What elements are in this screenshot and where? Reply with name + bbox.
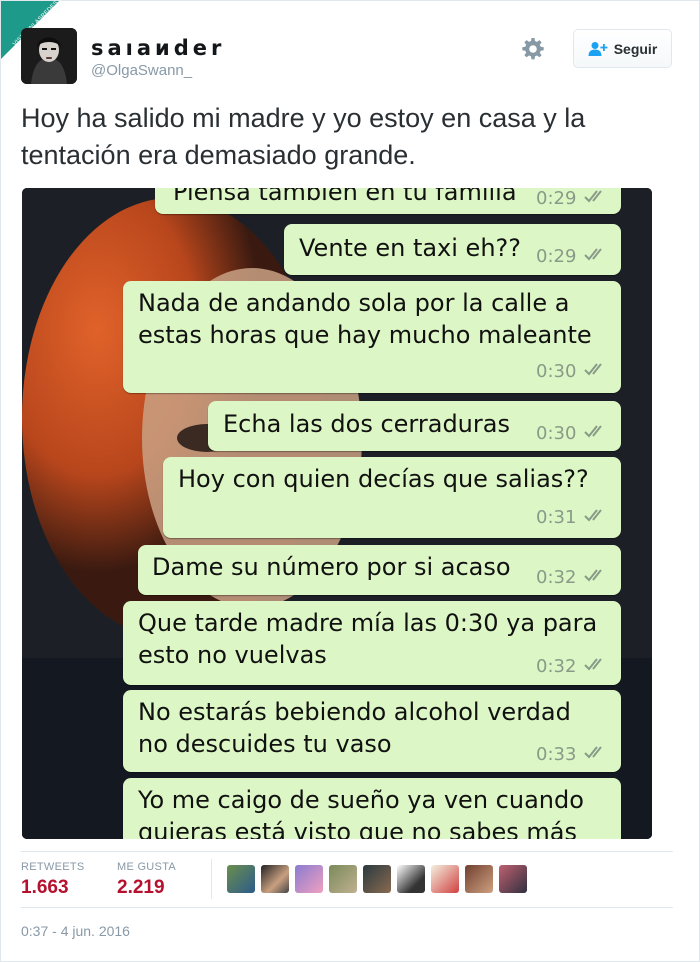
chat-message-time: 0:30 [536,423,577,444]
chat-message-text: Que tarde madre mía las 0:30 ya para est… [138,609,598,669]
liker-avatar[interactable] [499,865,527,893]
retweets-label[interactable]: RETWEETS [21,861,85,873]
tweet-card: VISTOENLASREDES.COM saıaиder @OlgaSwann_… [0,0,700,962]
chat-message-text: No estarás bebiendo alcohol verdad no de… [138,698,571,758]
chat-message-text: Nada de andando sola por la calle a esta… [138,289,592,349]
likes-count[interactable]: 2.219 [117,877,165,899]
chat-bubble: Yo me caigo de sueño ya ven cuando quier… [123,778,621,839]
chat-message-time: 0:31 [536,507,577,528]
tweet-timestamp[interactable]: 0:37 - 4 jun. 2016 [21,923,130,939]
follow-button[interactable]: Seguir [573,29,672,68]
liker-avatar[interactable] [295,865,323,893]
liker-avatar[interactable] [329,865,357,893]
liker-avatar[interactable] [465,865,493,893]
double-check-icon [584,363,602,376]
double-check-icon [584,569,602,582]
chat-message-time: 0:30 [536,361,577,382]
double-check-icon [584,658,602,671]
chat-bubble: Piensa también en tu familia 0:29 [155,188,621,214]
chat-bubble: No estarás bebiendo alcohol verdad no de… [123,690,621,772]
retweets-count[interactable]: 1.663 [21,877,69,899]
double-check-icon [584,746,602,759]
double-check-icon [584,425,602,438]
divider [211,859,212,899]
person-add-icon [588,41,608,56]
follow-label: Seguir [613,40,658,57]
double-check-icon [584,248,602,261]
user-handle[interactable]: @OlgaSwann_ [91,62,192,79]
chat-message-time: 0:29 [536,188,577,209]
chat-message-time: 0:33 [536,744,577,765]
liker-avatar[interactable] [397,865,425,893]
double-check-icon [584,190,602,203]
tweet-media[interactable]: Piensa también en tu familia 0:29 Vente … [22,188,652,839]
likes-label[interactable]: ME GUSTA [117,861,176,873]
liker-avatar[interactable] [261,865,289,893]
chat-bubble: Dame su número por si acaso 0:32 [138,545,621,595]
tweet-text: Hoy ha salido mi madre y yo estoy en cas… [21,103,586,170]
display-name[interactable]: saıaиder [91,36,225,60]
divider [21,851,673,852]
avatar[interactable] [21,28,77,84]
chat-message-time: 0:29 [536,246,577,267]
chat-bubble: Que tarde madre mía las 0:30 ya para est… [123,601,621,685]
chat-message-time: 0:32 [536,656,577,677]
double-check-icon [584,509,602,522]
gear-icon[interactable] [521,37,545,61]
chat-message-text: Vente en taxi eh?? [299,234,522,262]
chat-bubble: Hoy con quien decías que salias?? 0:31 [163,457,621,538]
chat-message-text: Hoy con quien decías que salias?? [178,465,589,493]
liker-avatar[interactable] [227,865,255,893]
chat-message-text: Piensa también en tu familia [173,188,517,206]
chat-message-text: Echa las dos cerraduras [223,410,510,438]
chat-bubble: Nada de andando sola por la calle a esta… [123,281,621,393]
chat-message-time: 0:32 [536,567,577,588]
liker-avatar[interactable] [431,865,459,893]
divider [21,907,673,908]
chat-bubble: Echa las dos cerraduras 0:30 [208,401,621,451]
chat-message-text: Yo me caigo de sueño ya ven cuando quier… [138,786,584,839]
liker-avatar[interactable] [363,865,391,893]
chat-bubble: Vente en taxi eh?? 0:29 [284,224,621,275]
chat-message-text: Dame su número por si acaso [152,553,511,581]
